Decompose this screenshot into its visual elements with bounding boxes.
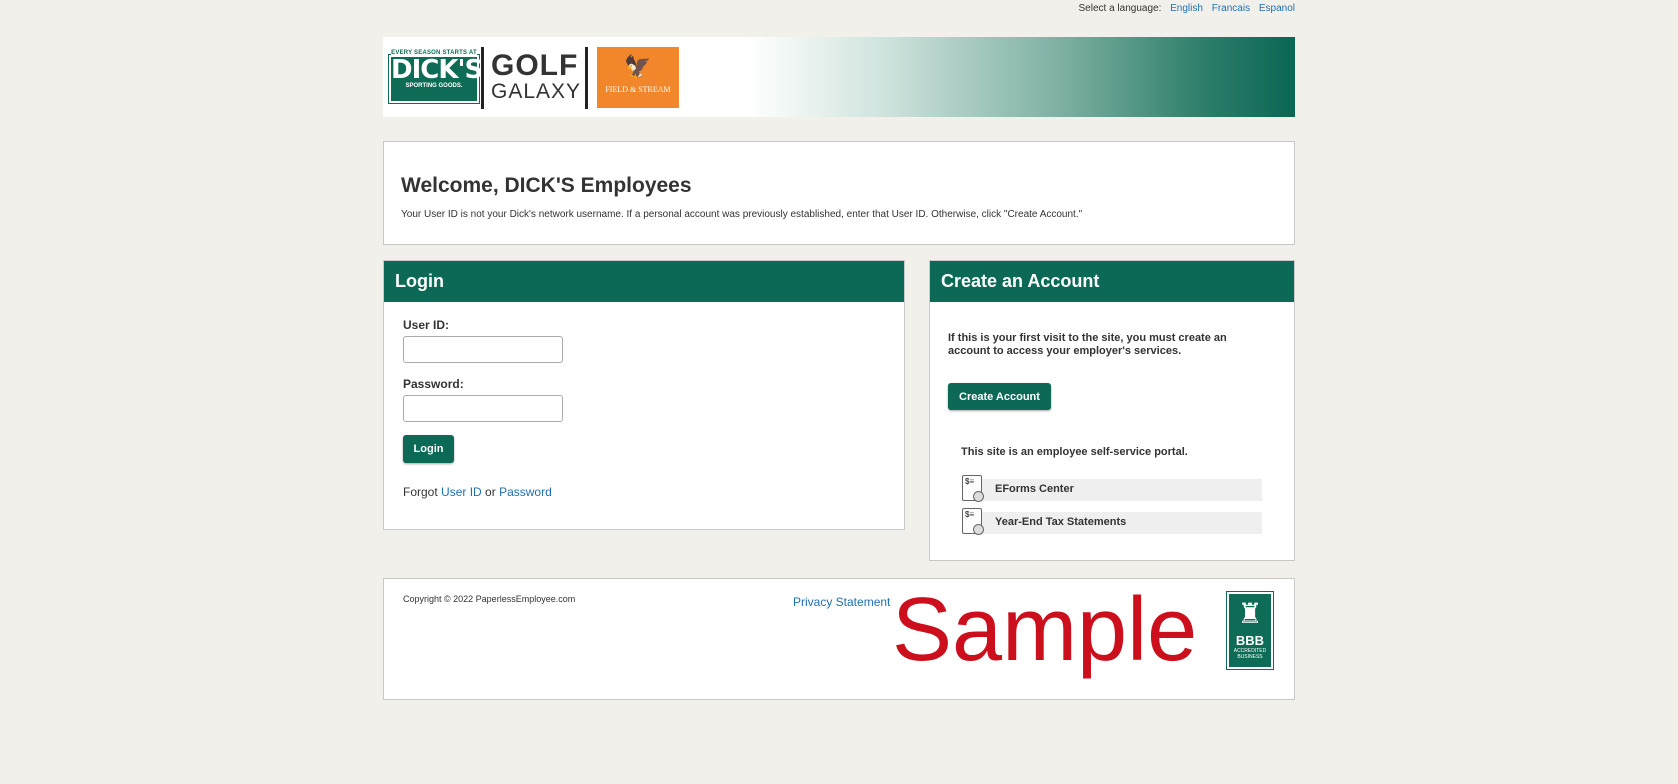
page-title: Welcome, DICK'S Employees	[401, 174, 692, 197]
forgot-user-id-link[interactable]: User ID	[441, 485, 482, 499]
portal-item-label: Year-End Tax Statements	[995, 516, 1127, 528]
create-account-intro: If this is your first visit to the site,…	[948, 332, 1227, 357]
password-input[interactable]	[403, 395, 563, 422]
login-panel: Login User ID: Password: Login Forgot Us…	[383, 260, 905, 530]
bbb-subtitle: ACCREDITED BUSINESS	[1233, 648, 1267, 660]
login-heading: Login	[384, 261, 904, 302]
torch-icon: ♜	[1237, 598, 1263, 629]
golf-logo-line2: GALAXY	[491, 80, 582, 103]
portal-item-label: EForms Center	[995, 483, 1074, 495]
welcome-message: Your User ID is not your Dick's network …	[401, 209, 1083, 220]
header-banner: EVERY SEASON STARTS AT DICK'S SPORTING G…	[383, 37, 1295, 117]
language-selector: Select a language: English Francais Espa…	[1073, 3, 1296, 14]
sample-watermark: Sample	[892, 580, 1198, 680]
user-id-input[interactable]	[403, 336, 563, 363]
welcome-panel: Welcome, DICK'S Employees Your User ID i…	[383, 141, 1295, 245]
bbb-accredited-badge[interactable]: ♜ BBB ACCREDITED BUSINESS	[1227, 592, 1273, 669]
eforms-center-link[interactable]: EForms Center	[962, 475, 1262, 502]
password-label: Password:	[403, 377, 464, 391]
language-label: Select a language:	[1078, 3, 1162, 14]
document-icon	[962, 508, 984, 535]
portal-note: This site is an employee self-service po…	[961, 446, 1188, 458]
bird-icon: 🦅	[624, 54, 652, 79]
forgot-prefix: Forgot	[403, 485, 438, 499]
golf-galaxy-logo: GOLF GALAXY	[491, 51, 581, 103]
dicks-logo-name: DICK'S	[391, 55, 483, 85]
login-button[interactable]: Login	[403, 435, 454, 463]
footer-panel: Copyright © 2022 PaperlessEmployee.com P…	[383, 578, 1295, 700]
forgot-or: or	[485, 485, 496, 499]
create-account-panel: Create an Account If this is your first …	[929, 260, 1295, 561]
document-icon	[962, 475, 984, 502]
language-espanol-link[interactable]: Espanol	[1259, 3, 1295, 14]
copyright-text: Copyright © 2022 PaperlessEmployee.com	[403, 594, 576, 604]
logo-divider	[585, 47, 588, 109]
dicks-sporting-goods-logo: EVERY SEASON STARTS AT DICK'S SPORTING G…	[389, 49, 483, 103]
logo-divider	[481, 47, 484, 109]
field-stream-logo-text: FIELD & STREAM	[605, 85, 671, 94]
language-english-link[interactable]: English	[1170, 3, 1203, 14]
year-end-tax-statements-link[interactable]: Year-End Tax Statements	[962, 508, 1262, 535]
create-account-button[interactable]: Create Account	[948, 383, 1051, 410]
privacy-statement-link[interactable]: Privacy Statement	[793, 595, 890, 609]
language-francais-link[interactable]: Francais	[1212, 3, 1250, 14]
golf-logo-line1: GOLF	[491, 49, 579, 82]
forgot-password-link[interactable]: Password	[499, 485, 552, 499]
bbb-text: BBB	[1235, 633, 1265, 648]
create-account-heading: Create an Account	[930, 261, 1294, 302]
forgot-credentials: Forgot User ID or Password	[403, 485, 552, 499]
field-and-stream-logo: 🦅 FIELD & STREAM	[597, 47, 679, 108]
user-id-label: User ID:	[403, 318, 450, 332]
